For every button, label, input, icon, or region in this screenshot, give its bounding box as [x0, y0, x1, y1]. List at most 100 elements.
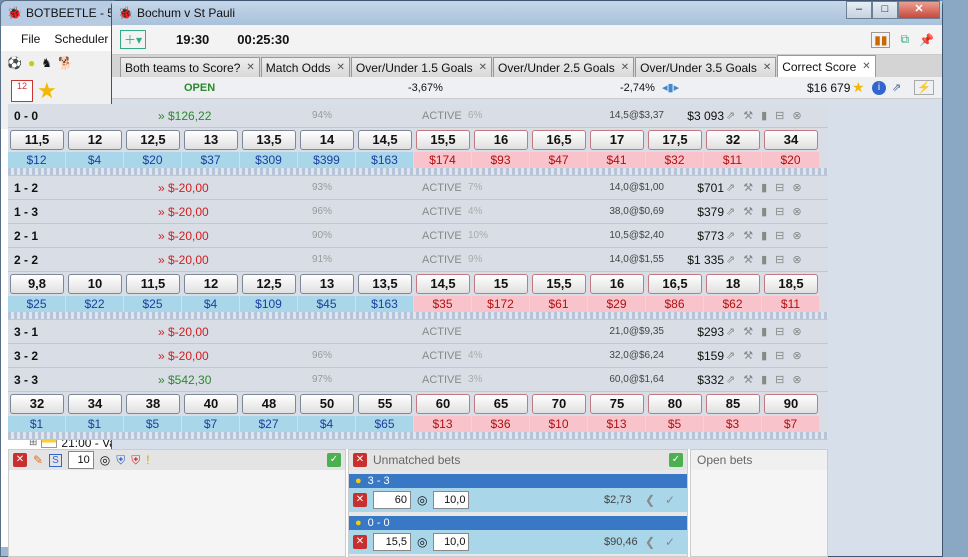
confirm-icon[interactable]: ✓	[327, 453, 341, 467]
back-arrow-icon[interactable]: ❮	[645, 493, 655, 507]
lay-amount[interactable]: $174	[414, 152, 471, 168]
lay-amount[interactable]: $11	[704, 152, 761, 168]
stake-input[interactable]: 10,0	[433, 533, 470, 551]
back-amount[interactable]: $65	[356, 416, 413, 432]
close-tab-icon[interactable]: ✕	[337, 62, 345, 73]
close-tab-icon[interactable]: ✕	[763, 62, 771, 73]
chart-icon[interactable]: ⇗	[726, 181, 735, 194]
bolt-icon[interactable]: ⚡	[914, 80, 934, 95]
back-amount[interactable]: $25	[8, 296, 65, 312]
chart-icon[interactable]: ⇗	[726, 349, 735, 362]
back-price-button[interactable]: 38	[126, 394, 180, 414]
selection-row[interactable]: 3 - 1 » $-20,00 ACTIVE 21,0@$9,35 $293 ⇗ ⚒ ▮ ⊟ ⊗	[8, 320, 828, 344]
back-amount[interactable]: $4	[298, 416, 355, 432]
arrows-icon[interactable]: ◂▮▸	[662, 81, 679, 94]
back-amount[interactable]: $45	[298, 296, 355, 312]
lay-price-button[interactable]: 17,5	[648, 130, 702, 150]
back-price-button[interactable]: 32	[10, 394, 64, 414]
tools-icon[interactable]: ⚒	[743, 181, 753, 194]
column-icon[interactable]: ▮	[761, 109, 767, 122]
stop-icon[interactable]: ◎	[417, 535, 427, 549]
column-icon[interactable]: ▮	[761, 325, 767, 338]
close-tab-icon[interactable]: ✕	[621, 62, 629, 73]
close-tab-icon[interactable]: ✕	[246, 62, 254, 73]
back-price-button[interactable]: 34	[68, 394, 122, 414]
column-icon[interactable]: ▮	[761, 349, 767, 362]
chart-icon[interactable]: ⇗	[726, 205, 735, 218]
soccer-icon[interactable]: ⚽	[7, 56, 22, 70]
chart-icon[interactable]: ⇗	[726, 109, 735, 122]
close-row-icon[interactable]: ⊗	[792, 109, 801, 122]
close-row-icon[interactable]: ⊗	[792, 325, 801, 338]
back-arrow-icon[interactable]: ❮	[645, 535, 655, 549]
back-price-button[interactable]: 40	[184, 394, 238, 414]
back-price-button[interactable]: 13,5	[358, 274, 412, 294]
lay-price-button[interactable]: 65	[474, 394, 528, 414]
lay-price-button[interactable]: 70	[532, 394, 586, 414]
back-amount[interactable]: $25	[124, 296, 181, 312]
stake-mode-icon[interactable]: S	[49, 453, 62, 467]
tab-4[interactable]: Over/Under 3.5 Goals ✕	[635, 57, 777, 77]
selection-row[interactable]: 3 - 3 » $542,30 97% ACTIVE 3% 60,0@$1,64 $332 ⇗…	[8, 368, 828, 392]
cancel-bet-icon[interactable]: ✕	[353, 493, 367, 507]
lay-price-button[interactable]: 60	[416, 394, 470, 414]
graph-icon[interactable]: ⇗	[892, 81, 901, 94]
close-tab-icon[interactable]: ✕	[862, 61, 870, 72]
calendar-icon[interactable]: 12	[11, 80, 33, 102]
lay-amount[interactable]: $47	[530, 152, 587, 168]
tab-2[interactable]: Over/Under 1.5 Goals ✕	[350, 57, 492, 77]
lay-price-button[interactable]: 16	[474, 130, 528, 150]
back-amount[interactable]: $163	[356, 296, 413, 312]
back-price-button[interactable]: 13,5	[242, 130, 296, 150]
lay-price-button[interactable]: 14,5	[416, 274, 470, 294]
back-price-button[interactable]: 12	[184, 274, 238, 294]
back-amount[interactable]: $37	[182, 152, 239, 168]
lay-amount[interactable]: $62	[704, 296, 761, 312]
dog-icon[interactable]: 🐕	[58, 56, 73, 70]
odds-input[interactable]: 15,5	[373, 533, 411, 551]
chart-icon[interactable]: ⇗	[726, 253, 735, 266]
lay-amount[interactable]: $36	[472, 416, 529, 432]
close-row-icon[interactable]: ⊗	[792, 205, 801, 218]
back-amount[interactable]: $20	[124, 152, 181, 168]
shield-red-icon[interactable]: ⛨	[131, 453, 140, 468]
lay-amount[interactable]: $32	[646, 152, 703, 168]
selection-row[interactable]: 2 - 2 » $-20,00 91% ACTIVE 9% 14,0@$1,55 $1 33…	[8, 248, 828, 272]
selection-row[interactable]: 0 - 0 » $126,22 94% ACTIVE 6% 14,5@$3,37 $3 09…	[8, 104, 828, 128]
lay-amount[interactable]: $11	[762, 296, 819, 312]
close-row-icon[interactable]: ⊗	[792, 229, 801, 242]
back-amount[interactable]: $109	[240, 296, 297, 312]
tools-icon[interactable]: ⚒	[743, 253, 753, 266]
lay-price-button[interactable]: 85	[706, 394, 760, 414]
close-row-icon[interactable]: ⊗	[792, 253, 801, 266]
lay-price-button[interactable]: 18,5	[764, 274, 818, 294]
tab-3[interactable]: Over/Under 2.5 Goals ✕	[493, 57, 635, 77]
collapse-icon[interactable]: ⊟	[775, 109, 784, 122]
confirm-bet-icon[interactable]: ✓	[665, 535, 675, 549]
lay-price-button[interactable]: 80	[648, 394, 702, 414]
back-price-button[interactable]: 13	[300, 274, 354, 294]
lay-price-button[interactable]: 15,5	[416, 130, 470, 150]
lay-amount[interactable]: $41	[588, 152, 645, 168]
lay-amount[interactable]: $5	[646, 416, 703, 432]
back-price-button[interactable]: 13	[184, 130, 238, 150]
stake-input[interactable]: 10,0	[433, 491, 470, 509]
stop-icon[interactable]: ◎	[100, 453, 110, 467]
lay-price-button[interactable]: 34	[764, 130, 818, 150]
add-market-icon[interactable]: ＋▾	[120, 30, 147, 49]
chart-icon[interactable]: ⇗	[726, 373, 735, 386]
back-price-button[interactable]: 14	[300, 130, 354, 150]
lay-price-button[interactable]: 18	[706, 274, 760, 294]
lay-amount[interactable]: $35	[414, 296, 471, 312]
tools-icon[interactable]: ⚒	[743, 109, 753, 122]
back-price-button[interactable]: 10	[68, 274, 122, 294]
back-amount[interactable]: $7	[182, 416, 239, 432]
back-price-button[interactable]: 55	[358, 394, 412, 414]
lay-price-button[interactable]: 15	[474, 274, 528, 294]
chart-icon[interactable]: ⇗	[726, 325, 735, 338]
menu-scheduler[interactable]: Scheduler	[54, 32, 108, 46]
lay-amount[interactable]: $172	[472, 296, 529, 312]
lay-amount[interactable]: $3	[704, 416, 761, 432]
info-icon[interactable]: i	[872, 80, 886, 95]
back-price-button[interactable]: 48	[242, 394, 296, 414]
